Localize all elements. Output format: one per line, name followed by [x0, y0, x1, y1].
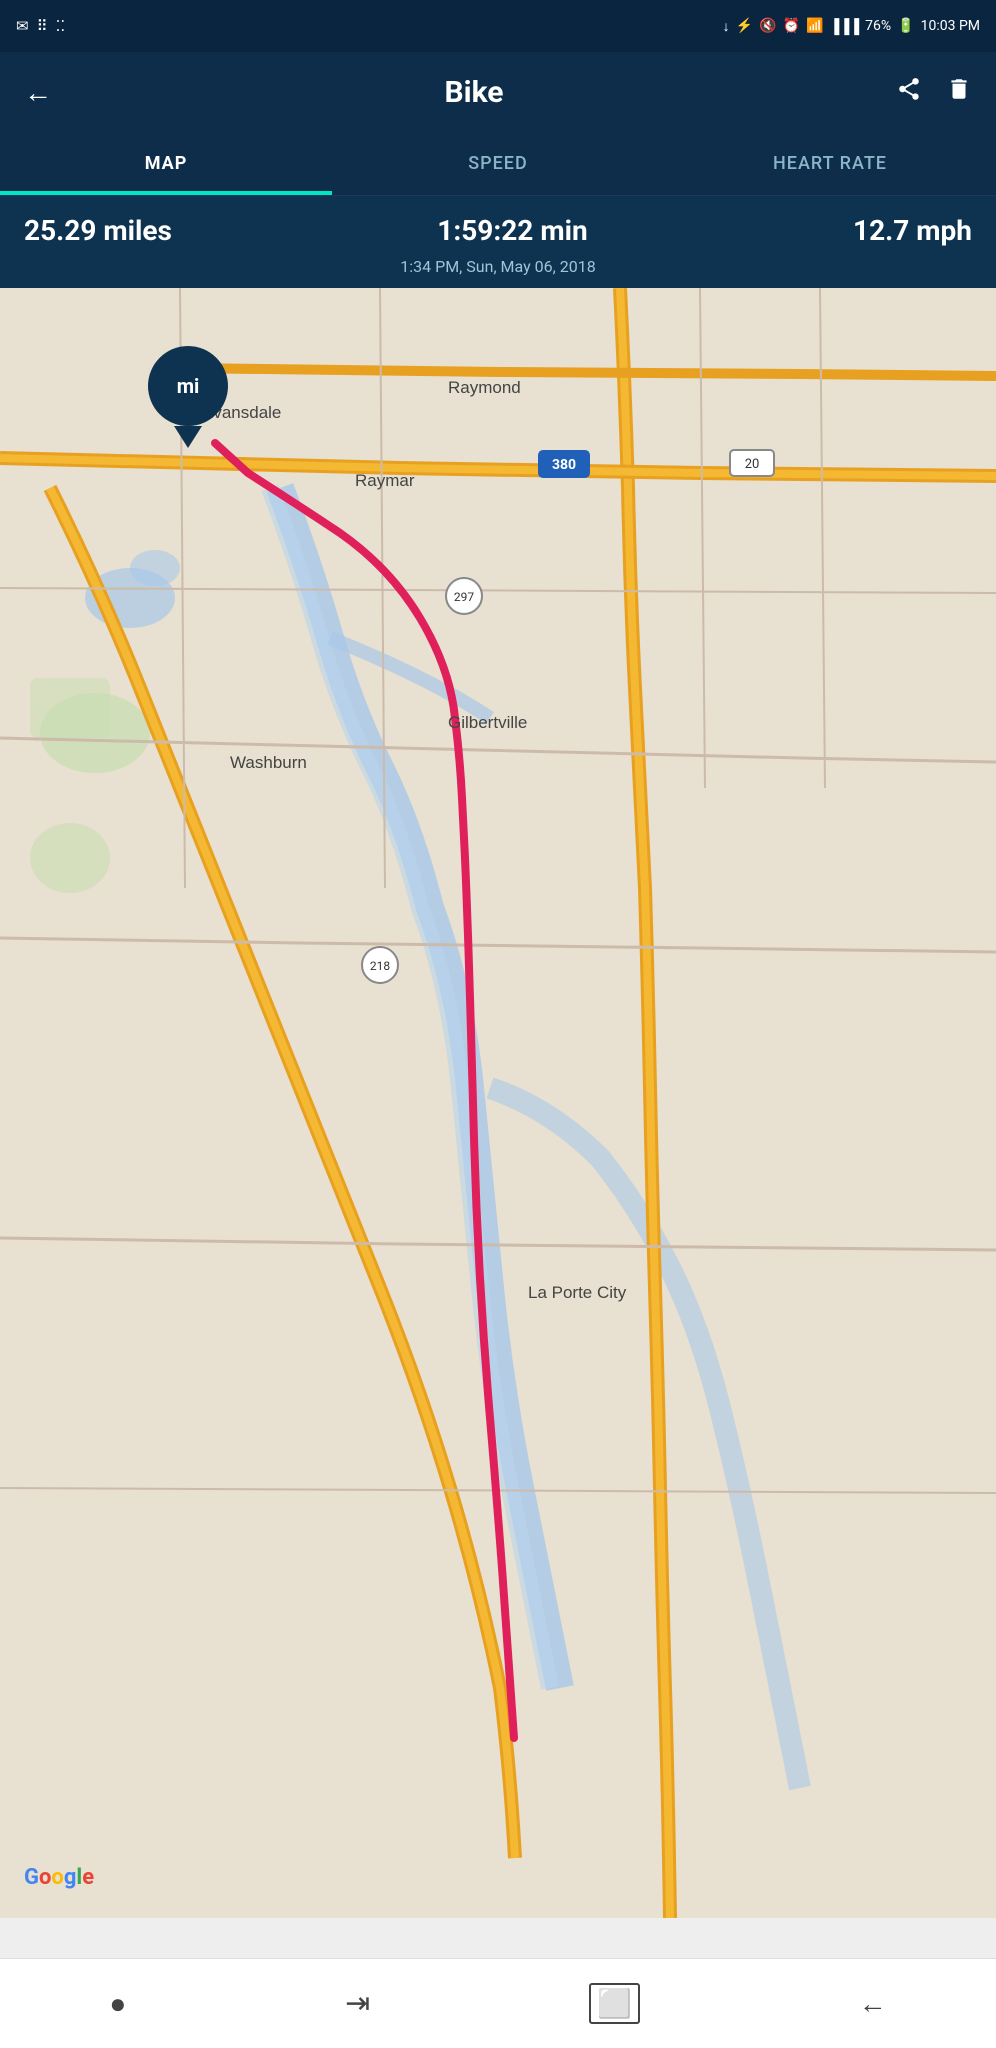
mute-icon: 🔇 — [759, 18, 776, 34]
status-bar: ✉ ⠿ ⁚⁚ ↓ ⚡ 🔇 ⏰ 📶 ▐▐▐ 76% 🔋 10:03 PM — [0, 0, 996, 52]
wifi-icon: 📶 — [806, 18, 823, 34]
google-logo: Google — [24, 1865, 94, 1890]
svg-text:20: 20 — [745, 457, 760, 472]
svg-text:Washburn: Washburn — [230, 753, 307, 772]
stats-bar: 25.29 miles 1:59:22 min 12.7 mph 1:34 PM… — [0, 196, 996, 288]
location-marker: mi — [148, 346, 228, 448]
duration-value: 1:59:22 min — [437, 214, 587, 247]
status-right-icons: ↓ ⚡ 🔇 ⏰ 📶 ▐▐▐ 76% 🔋 10:03 PM — [723, 18, 980, 35]
app-header: ← Bike — [0, 52, 996, 132]
page-title: Bike — [444, 75, 503, 110]
status-left-icons: ✉ ⠿ ⁚⁚ — [16, 17, 65, 35]
time-display: 10:03 PM — [921, 18, 980, 34]
share-icon[interactable] — [896, 76, 922, 109]
distance-value: 25.29 miles — [24, 214, 172, 247]
back-button[interactable]: ← — [24, 76, 52, 109]
tab-map[interactable]: MAP — [0, 132, 332, 195]
tab-bar: MAP SPEED HEART RATE — [0, 132, 996, 196]
delete-icon[interactable] — [946, 76, 972, 109]
tab-speed[interactable]: SPEED — [332, 132, 664, 195]
bottom-nav: ● ⇥ ⬜ ← — [0, 1958, 996, 2048]
speed-value: 12.7 mph — [853, 214, 972, 247]
marker-bubble: mi — [148, 346, 228, 426]
signal-icon: ▐▐▐ — [829, 18, 859, 35]
map-svg: 380 297 218 20 Evansdale Raymond Raymar … — [0, 288, 996, 1918]
svg-text:380: 380 — [552, 457, 576, 473]
map-view[interactable]: 380 297 218 20 Evansdale Raymond Raymar … — [0, 288, 996, 1918]
bluetooth-icon: ⚡ — [736, 18, 753, 34]
download-icon: ↓ — [723, 18, 730, 35]
svg-text:297: 297 — [454, 590, 474, 604]
nav-home-button[interactable]: ⬜ — [589, 1983, 640, 2024]
nav-dot-button[interactable]: ● — [109, 1987, 126, 2020]
svg-text:Raymond: Raymond — [448, 378, 521, 397]
alarm-icon: ⏰ — [783, 18, 800, 34]
nav-back-button[interactable]: ← — [859, 1987, 887, 2020]
battery-percent: 76% — [865, 18, 891, 34]
svg-text:Gilbertville: Gilbertville — [448, 713, 527, 732]
workout-datetime: 1:34 PM, Sun, May 06, 2018 — [24, 253, 972, 276]
svg-text:218: 218 — [370, 959, 390, 973]
mail-icon: ✉ — [16, 17, 29, 35]
grid-icon: ⠿ — [37, 17, 48, 35]
battery-icon: 🔋 — [897, 18, 914, 34]
svg-text:La Porte City: La Porte City — [528, 1283, 627, 1302]
header-action-icons — [896, 76, 972, 109]
dots-icon: ⁚⁚ — [56, 17, 66, 35]
tab-heart-rate[interactable]: HEART RATE — [664, 132, 996, 195]
marker-tip — [174, 426, 202, 448]
svg-text:Raymar: Raymar — [355, 471, 415, 490]
nav-recents-button[interactable]: ⇥ — [345, 1986, 370, 2021]
